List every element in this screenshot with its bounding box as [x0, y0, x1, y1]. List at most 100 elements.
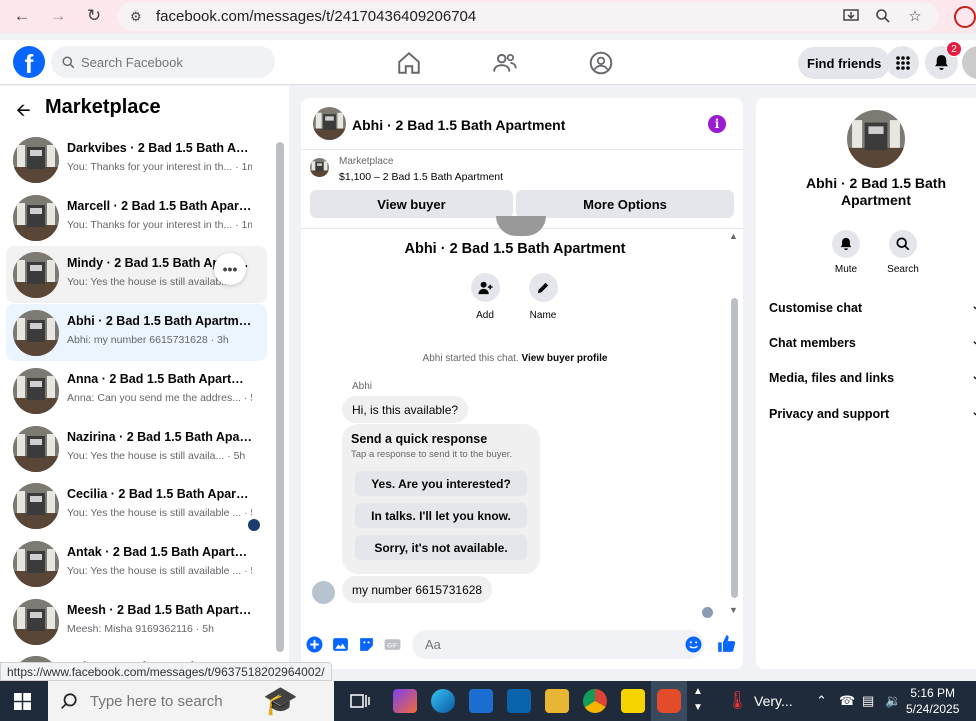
emoji-icon[interactable]	[685, 636, 702, 653]
message-bubble[interactable]: Hi, is this available?	[342, 396, 469, 423]
address-bar[interactable]: ⚙ facebook.com/messages/t/24170436409206…	[118, 2, 938, 31]
chat-scrollbar[interactable]	[731, 298, 738, 598]
gif-icon[interactable]: GIF	[384, 636, 401, 653]
back-icon[interactable]: ←	[9, 3, 35, 29]
meet-icon[interactable]: ☎	[839, 693, 855, 709]
snippet-text: Meesh: Misha 9169362116	[67, 622, 193, 635]
conversation-name: Nazirina · 2 Bad 1.5 Bath Apar...	[67, 429, 252, 444]
active-app-icon[interactable]	[657, 689, 681, 713]
conversation-item[interactable]: Marcell · 2 Bad 1.5 Bath Apartm... You: T…	[6, 189, 267, 246]
taskbar-search-input[interactable]	[90, 692, 270, 710]
listing-price-title[interactable]: $1,100 – 2 Bad 1.5 Bath Apartment	[339, 171, 503, 183]
snippet-text: You: Yes the house is still availab...	[67, 276, 231, 289]
taskbar-search[interactable]: 🎓	[48, 681, 334, 721]
volume-icon[interactable]: 🔉	[885, 693, 901, 709]
facebook-logo-icon[interactable]: f	[13, 46, 45, 79]
install-icon[interactable]	[840, 5, 862, 27]
facebook-search[interactable]	[51, 46, 275, 78]
conversation-thumbnail	[13, 137, 59, 183]
info-icon[interactable]: i	[708, 115, 726, 133]
conversation-snippet: Abhi: my number 6615731628 · 3h	[67, 334, 229, 347]
media-files-item[interactable]: Media, files and links ⌄	[769, 371, 976, 385]
view-buyer-button[interactable]: View buyer	[310, 190, 513, 218]
network-icon[interactable]: ▤	[862, 693, 874, 709]
groups-icon[interactable]	[588, 50, 614, 76]
taskbar-scroll-icon[interactable]: ▲ ▼	[693, 684, 703, 716]
quick-reply-not-available[interactable]: Sorry, it's not available.	[355, 535, 527, 560]
more-options-icon[interactable]: •••	[214, 253, 246, 285]
conversation-item[interactable]: Meesh · 2 Bad 1.5 Bath Apartme... Meesh: …	[6, 593, 267, 650]
customise-chat-item[interactable]: Customise chat ⌄	[769, 301, 976, 315]
chat-title[interactable]: Abhi · 2 Bad 1.5 Bath Apartment	[352, 117, 565, 133]
conversation-thumbnail	[13, 598, 59, 645]
photo-icon[interactable]	[332, 636, 349, 653]
conversation-item[interactable]: Darkvibes · 2 Bad 1.5 Bath Apart... You: …	[6, 131, 267, 188]
forward-icon[interactable]: →	[45, 3, 71, 29]
profile-photo-partial	[496, 216, 546, 236]
account-avatar[interactable]	[962, 46, 976, 79]
graduation-cap-icon: 🎓	[263, 685, 298, 716]
weather-text[interactable]: Very...	[754, 693, 793, 709]
find-friends-button[interactable]: Find friends	[798, 47, 891, 79]
marketplace-sidebar: 🡨 Marketplace Darkvibes · 2 Bad 1.5 Bath…	[0, 86, 289, 681]
store-icon[interactable]	[469, 689, 493, 713]
conversation-snippet: You: Thanks for your interest in th... ·…	[67, 219, 252, 231]
message-input[interactable]	[412, 630, 704, 659]
compose-bar: GIF	[301, 628, 743, 669]
tray-expand-icon[interactable]: ⌃	[816, 693, 827, 709]
profile-icon[interactable]	[954, 6, 976, 28]
edge-icon[interactable]	[431, 689, 455, 713]
like-icon[interactable]	[717, 634, 736, 653]
chat-members-item[interactable]: Chat members ⌄	[769, 336, 976, 350]
sidebar-scrollbar[interactable]	[276, 142, 284, 652]
conversation-item[interactable]: Cecilia · 2 Bad 1.5 Bath Apartment You: Y…	[6, 477, 267, 534]
mute-action[interactable]: Mute	[826, 230, 866, 275]
chrome-icon[interactable]	[583, 689, 607, 713]
conversation-item[interactable]: Abhi · 2 Bad 1.5 Bath Apartment Abhi: my …	[6, 304, 267, 362]
name-action[interactable]: Name	[513, 273, 573, 321]
profile-photo[interactable]	[847, 110, 905, 168]
home-icon[interactable]	[396, 50, 422, 76]
conversation-item[interactable]: Anna · 2 Bad 1.5 Bath Apartment Anna: Can…	[6, 362, 267, 419]
quick-reply-yes[interactable]: Yes. Are you interested?	[355, 471, 527, 496]
file-explorer-icon[interactable]	[545, 689, 569, 713]
search-input[interactable]	[81, 54, 261, 70]
conversation-thumbnail	[13, 540, 59, 587]
friends-icon[interactable]	[492, 50, 518, 76]
system-clock[interactable]: 5:16 PM 5/24/2025	[906, 685, 959, 717]
reload-icon[interactable]: ↻	[81, 3, 107, 29]
menu-label: Privacy and support	[769, 407, 890, 421]
conversation-item[interactable]: Nazirina · 2 Bad 1.5 Bath Apar... You: Ye…	[6, 420, 267, 477]
conversation-item[interactable]: Antak · 2 Bad 1.5 Bath Apartment You: Yes…	[6, 535, 267, 592]
privacy-support-item[interactable]: Privacy and support ⌄	[769, 407, 976, 421]
copilot-icon[interactable]	[393, 689, 417, 713]
sticker-icon[interactable]	[358, 636, 375, 653]
windows-start-icon[interactable]	[14, 693, 31, 710]
sticky-notes-icon[interactable]	[621, 689, 645, 713]
conversation-thumbnail	[13, 194, 59, 241]
bookmark-star-icon[interactable]: ☆	[904, 5, 926, 27]
scroll-up-icon[interactable]: ▲	[729, 231, 738, 241]
search-action[interactable]: Search	[883, 230, 923, 275]
view-buyer-profile-link[interactable]: View buyer profile	[522, 353, 608, 364]
site-settings-icon[interactable]: ⚙	[130, 9, 142, 25]
bell-icon	[840, 237, 852, 251]
notification-badge: 2	[946, 41, 962, 57]
chat-avatar[interactable]	[313, 107, 346, 140]
plus-icon[interactable]	[306, 636, 323, 653]
sender-avatar[interactable]	[312, 581, 335, 604]
menu-grid-button[interactable]	[886, 46, 919, 79]
task-view-icon[interactable]	[348, 689, 372, 713]
message-bubble[interactable]: my number 6615731628	[342, 576, 493, 603]
conversation-snippet: Anna: Can you send me the addres... · 5h	[67, 392, 252, 404]
marketplace-label: Marketplace	[339, 156, 394, 167]
back-arrow-icon[interactable]: 🡨	[16, 98, 31, 128]
scroll-down-icon[interactable]: ▼	[729, 605, 738, 615]
zoom-icon[interactable]	[872, 5, 894, 27]
more-options-button[interactable]: More Options	[516, 190, 734, 218]
conversation-snippet: You: Yes the house is still available ..…	[67, 565, 252, 577]
add-action[interactable]: Add	[455, 273, 515, 321]
chat-info-panel: Abhi · 2 Bad 1.5 Bath Apartment Mute Sea…	[756, 98, 976, 669]
outlook-icon[interactable]	[507, 689, 531, 713]
quick-reply-in-talks[interactable]: In talks. I'll let you know.	[355, 503, 527, 528]
